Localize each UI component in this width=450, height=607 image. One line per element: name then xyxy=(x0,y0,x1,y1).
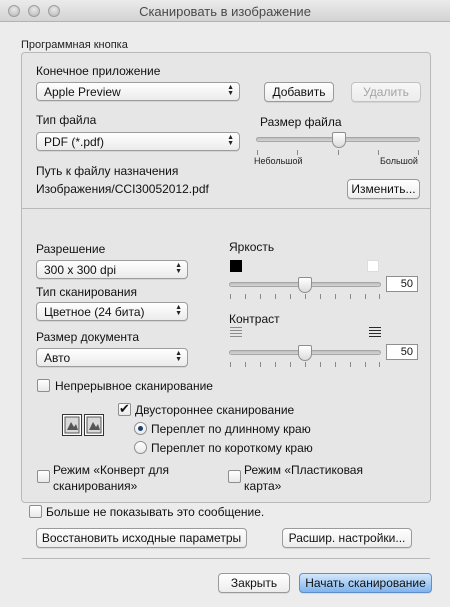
title-bar: Сканировать в изображение xyxy=(0,0,450,22)
resolution-label: Разрешение xyxy=(36,242,106,256)
duplex-pages-icon xyxy=(62,414,104,436)
resolution-select[interactable]: 300 x 300 dpi ▲ ▼ xyxy=(36,260,188,279)
brightness-label: Яркость xyxy=(229,240,275,254)
dont-show-label: Больше не показывать это сообщение. xyxy=(46,505,265,519)
low-contrast-icon xyxy=(230,327,242,338)
doc-size-value: Авто xyxy=(44,351,71,365)
long-edge-radio[interactable] xyxy=(134,422,147,435)
delete-app-button[interactable]: Удалить xyxy=(351,82,421,102)
file-size-ticks xyxy=(256,150,420,155)
contrast-value-field[interactable]: 50 xyxy=(386,344,418,360)
short-edge-radio[interactable] xyxy=(134,441,147,454)
close-button[interactable]: Закрыть xyxy=(218,573,290,593)
plastic-card-checkbox[interactable] xyxy=(228,470,241,483)
long-edge-label: Переплет по длинному краю xyxy=(151,422,311,436)
scan-type-value: Цветное (24 бита) xyxy=(44,305,145,319)
brightness-ticks xyxy=(229,294,381,299)
advanced-settings-button[interactable]: Расшир. настройки... xyxy=(282,528,412,548)
duplex-scan-label: Двустороннее сканирование xyxy=(135,403,295,417)
section-divider xyxy=(22,208,430,209)
plastic-card-label-line2: карта» xyxy=(244,479,282,493)
select-arrows-icon: ▲ ▼ xyxy=(175,304,182,317)
target-app-value: Apple Preview xyxy=(44,85,121,99)
plastic-card-label-line1: Режим «Пластиковая xyxy=(244,463,363,477)
file-size-max-label: Большой xyxy=(380,156,418,166)
file-type-label: Тип файла xyxy=(36,113,97,127)
file-size-slider-knob[interactable] xyxy=(332,132,346,148)
select-arrows-icon: ▲ ▼ xyxy=(175,262,182,275)
file-size-min-label: Небольшой xyxy=(254,156,303,166)
add-app-button[interactable]: Добавить xyxy=(264,82,334,102)
short-edge-label: Переплет по короткому краю xyxy=(151,441,313,455)
dest-path-value: Изображения/CCI30052012.pdf xyxy=(36,182,209,196)
select-arrows-icon: ▲ ▼ xyxy=(227,134,234,147)
brightness-slider-knob[interactable] xyxy=(298,277,312,293)
dest-path-label: Путь к файлу назначения xyxy=(36,164,179,178)
restore-defaults-button[interactable]: Восстановить исходные параметры xyxy=(36,528,247,548)
envelope-mode-checkbox[interactable] xyxy=(37,470,50,483)
change-path-button[interactable]: Изменить... xyxy=(347,179,420,199)
target-app-label: Конечное приложение xyxy=(36,64,161,78)
file-type-value: PDF (*.pdf) xyxy=(44,135,105,149)
doc-size-label: Размер документа xyxy=(36,330,140,344)
select-arrows-icon: ▲ ▼ xyxy=(175,350,182,363)
group-label: Программная кнопка xyxy=(21,39,128,51)
file-size-label: Размер файла xyxy=(260,115,342,129)
light-swatch-icon xyxy=(367,260,379,272)
envelope-mode-label-line1: Режим «Конверт для xyxy=(53,463,169,477)
window-title: Сканировать в изображение xyxy=(139,4,311,19)
contrast-ticks xyxy=(229,362,381,367)
select-arrows-icon: ▲ ▼ xyxy=(227,84,234,97)
doc-size-select[interactable]: Авто ▲ ▼ xyxy=(36,348,188,367)
high-contrast-icon xyxy=(369,327,381,338)
brightness-value-field[interactable]: 50 xyxy=(386,276,418,292)
start-scan-button[interactable]: Начать сканирование xyxy=(299,573,432,593)
contrast-slider-knob[interactable] xyxy=(298,345,312,361)
dont-show-checkbox[interactable] xyxy=(29,505,42,518)
duplex-scan-checkbox[interactable] xyxy=(118,401,131,417)
continuous-scan-label: Непрерывное сканирование xyxy=(55,379,213,393)
scan-type-select[interactable]: Цветное (24 бита) ▲ ▼ xyxy=(36,302,188,321)
envelope-mode-label-line2: сканирования» xyxy=(53,479,138,493)
target-app-select[interactable]: Apple Preview ▲ ▼ xyxy=(36,82,240,101)
contrast-label: Контраст xyxy=(229,312,280,326)
dark-swatch-icon xyxy=(230,260,242,272)
file-type-select[interactable]: PDF (*.pdf) ▲ ▼ xyxy=(36,132,240,151)
footer-divider xyxy=(22,558,430,559)
scan-type-label: Тип сканирования xyxy=(36,285,137,299)
resolution-value: 300 x 300 dpi xyxy=(44,263,117,277)
continuous-scan-checkbox[interactable] xyxy=(37,379,50,392)
